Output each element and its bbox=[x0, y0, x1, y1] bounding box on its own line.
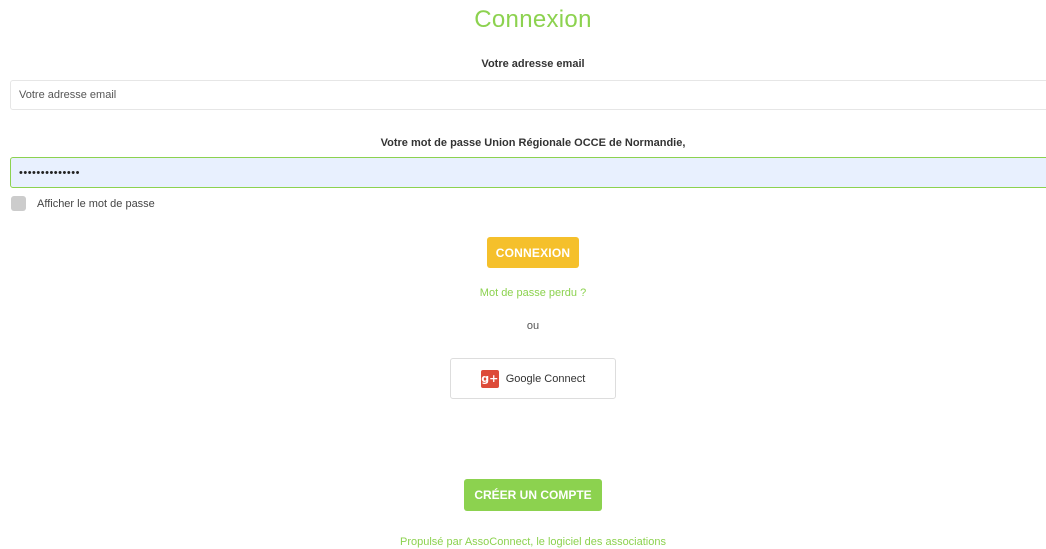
password-label: Votre mot de passe Union Régionale OCCE … bbox=[380, 137, 686, 149]
footer-powered-by[interactable]: Propulsé par AssoConnect, le logiciel de… bbox=[0, 536, 1046, 548]
password-value: •••••••••••••• bbox=[19, 166, 80, 179]
create-account-button[interactable]: CRÉER UN COMPTE bbox=[464, 479, 602, 511]
google-connect-label: Google Connect bbox=[505, 372, 586, 385]
login-page: Connexion Votre adresse email Votre adre… bbox=[0, 0, 1046, 549]
show-password-checkbox[interactable] bbox=[11, 196, 26, 211]
show-password-label: Afficher le mot de passe bbox=[37, 197, 155, 210]
google-plus-icon: g+ bbox=[480, 369, 499, 388]
lost-password-link[interactable]: Mot de passe perdu ? bbox=[0, 287, 1046, 299]
or-separator: ou bbox=[526, 320, 540, 332]
password-field[interactable]: •••••••••••••• bbox=[10, 157, 1046, 188]
google-connect-button[interactable]: g+ Google Connect bbox=[450, 358, 616, 399]
login-button[interactable]: CONNEXION bbox=[487, 237, 579, 268]
email-placeholder: Votre adresse email bbox=[19, 89, 117, 101]
email-label: Votre adresse email bbox=[481, 58, 585, 70]
page-title: Connexion bbox=[474, 6, 592, 33]
show-password-row[interactable]: Afficher le mot de passe bbox=[11, 196, 155, 211]
email-field[interactable]: Votre adresse email bbox=[10, 80, 1046, 110]
